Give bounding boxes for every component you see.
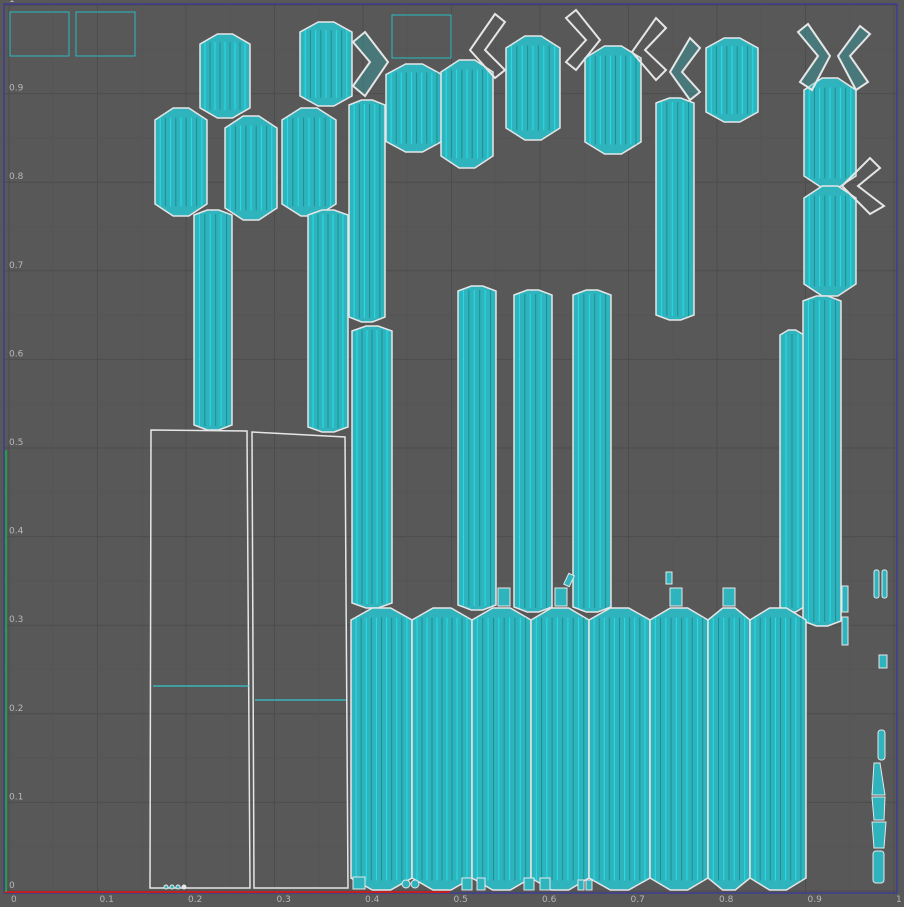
uv-shell-cylinder[interactable] — [705, 37, 759, 123]
uv-shell-cylinder[interactable] — [471, 607, 532, 891]
v-tick-label: 0.1 — [9, 792, 23, 802]
uv-shell-cylinder[interactable] — [649, 607, 709, 891]
v-tick-label: 0.9 — [9, 84, 24, 94]
v-axis-tick-labels: 0 0.1 0.2 0.3 0.4 0.5 0.6 0.7 0.8 0.9 1 — [9, 0, 24, 891]
v-tick-label: 1 — [9, 0, 15, 5]
uv-shell-outline — [749, 607, 807, 891]
u-tick-label: 0.9 — [808, 895, 823, 905]
uv-editor-viewport[interactable]: 0 0.1 0.2 0.3 0.4 0.5 0.6 0.7 0.8 0.9 1 0 0.1 0.2 0.3… — [0, 0, 904, 907]
uv-shell-cylinder[interactable] — [749, 607, 807, 891]
uv-shell-cylinder[interactable] — [530, 607, 590, 891]
uv-shell-outline — [471, 607, 532, 891]
uv-shell-strip[interactable] — [457, 285, 497, 611]
u-tick-label: 0.3 — [277, 895, 291, 905]
uv-shell-cylinder[interactable] — [224, 115, 278, 221]
v-tick-label: 0.3 — [9, 615, 23, 625]
uv-shell-strip[interactable] — [655, 97, 695, 321]
uv-shell-cylinder[interactable] — [803, 77, 857, 189]
u-tick-label: 0.8 — [719, 895, 734, 905]
uv-shell-strip[interactable] — [779, 329, 805, 613]
uv-shell-cylinder[interactable] — [803, 185, 857, 297]
v-tick-label: 0.5 — [9, 438, 23, 448]
uv-shell-outline — [584, 45, 642, 155]
u-axis-tick-labels: 0 0.1 0.2 0.3 0.4 0.5 0.6 0.7 0.8 0.9 1 — [11, 895, 902, 905]
uv-shell-cylinder[interactable] — [440, 59, 494, 169]
u-tick-label: 0 — [11, 895, 17, 905]
uv-shell-strip[interactable] — [193, 209, 233, 431]
uv-shell-cylinder[interactable] — [154, 107, 208, 217]
uv-shell-cylinder[interactable] — [350, 607, 413, 891]
uv-shell-cylinder[interactable] — [281, 107, 337, 217]
uv-shell-cylinder[interactable] — [505, 35, 561, 141]
uv-shell-cylinder[interactable] — [299, 21, 353, 107]
u-tick-label: 0.1 — [100, 895, 114, 905]
uv-shell-cylinder[interactable] — [707, 607, 751, 891]
uv-shell-strip[interactable] — [351, 325, 393, 609]
uv-shell-strip[interactable] — [513, 289, 553, 613]
u-tick-label: 0.5 — [454, 895, 468, 905]
uv-shell-cylinder[interactable] — [199, 33, 251, 119]
uv-shell-strip[interactable] — [348, 99, 386, 323]
u-tick-label: 0.2 — [188, 895, 202, 905]
uv-shell-cylinder[interactable] — [588, 607, 651, 891]
v-tick-label: 0.8 — [9, 172, 24, 182]
v-tick-label: 0.2 — [9, 704, 23, 714]
uv-shell-cylinder[interactable] — [411, 607, 473, 891]
u-tick-label: 0.7 — [631, 895, 645, 905]
uv-shell-strip[interactable] — [572, 289, 612, 613]
uv-shell-columns[interactable] — [154, 21, 857, 891]
v-tick-label: 0.4 — [9, 527, 24, 537]
u-tick-label: 0.6 — [542, 895, 557, 905]
uv-shell-outline — [530, 607, 590, 891]
uv-shell-outline — [385, 63, 443, 153]
u-tick-label: 0.4 — [365, 895, 380, 905]
v-tick-label: 0.6 — [9, 349, 24, 359]
uv-shell-cylinder[interactable] — [584, 45, 642, 155]
u-tick-label: 1 — [896, 895, 902, 905]
uv-shell-strip[interactable] — [307, 209, 349, 433]
uv-shell-cylinder[interactable] — [385, 63, 443, 153]
v-tick-label: 0 — [9, 881, 15, 891]
uv-shell-outline — [649, 607, 709, 891]
uv-shell-strip[interactable] — [802, 295, 842, 627]
uv-grid-canvas[interactable]: 0 0.1 0.2 0.3 0.4 0.5 0.6 0.7 0.8 0.9 1 0 0.1 0.2 0.3… — [0, 0, 904, 907]
v-tick-label: 0.7 — [9, 261, 23, 271]
